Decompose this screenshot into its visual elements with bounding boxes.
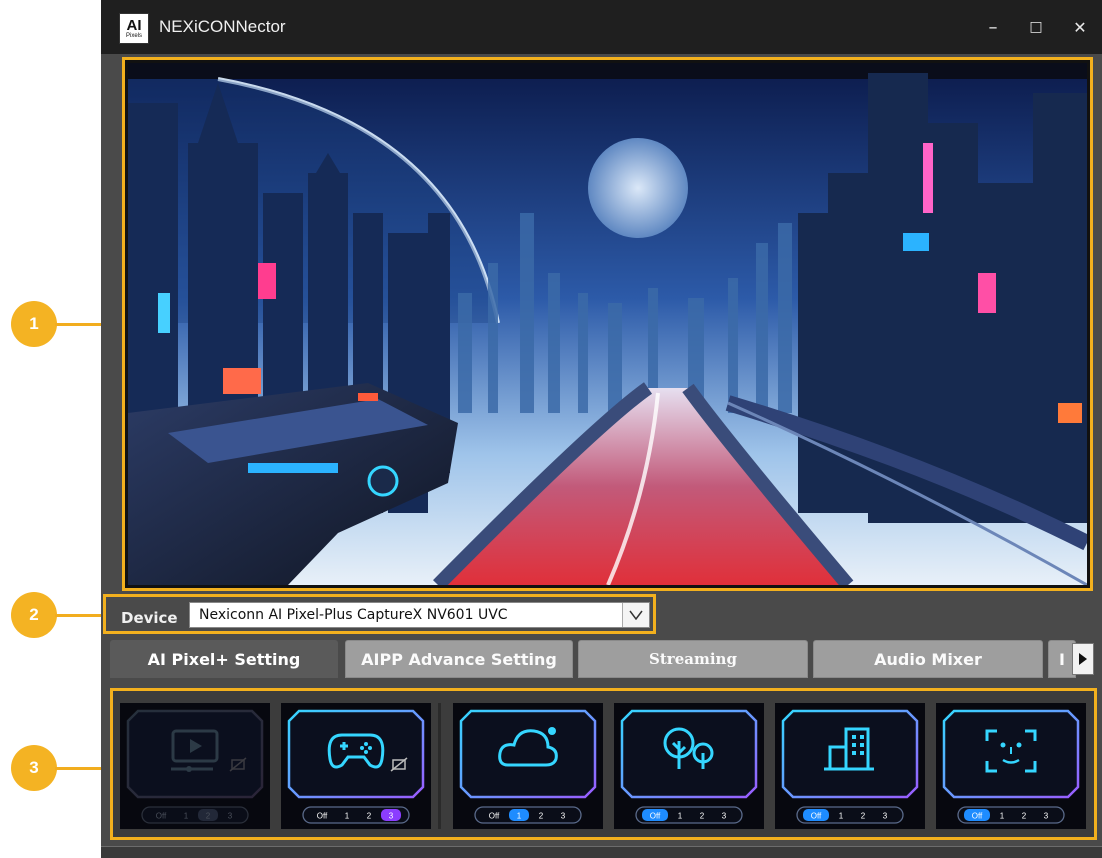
level-option-1[interactable]: 1 — [517, 812, 522, 821]
preview-highlight-frame — [122, 57, 1093, 591]
level-option-3[interactable]: 3 — [1044, 812, 1049, 821]
level-option-3[interactable]: 3 — [389, 812, 394, 821]
mode-card-gamepad[interactable]: Off 1 2 3 — [281, 703, 431, 829]
level-option-off[interactable]: Off — [489, 812, 500, 821]
level-selector[interactable]: Off 1 2 3 — [635, 806, 743, 824]
device-highlight-frame: Device Nexiconn AI Pixel-Plus CaptureX N… — [103, 594, 656, 634]
level-option-off[interactable]: Off — [650, 812, 661, 821]
callout-marker-3: 3 — [11, 745, 57, 791]
level-option-1[interactable]: 1 — [839, 812, 844, 821]
app-window: AI Pixels NEXiCONNector – □ ✕ Device Nex… — [101, 0, 1102, 858]
level-selector[interactable]: Off 1 2 3 — [957, 806, 1065, 824]
level-option-1[interactable]: 1 — [345, 812, 350, 821]
mode-card-graphic: Off 1 2 3 — [120, 703, 270, 829]
tab-aipp-advance-setting[interactable]: AIPP Advance Setting — [345, 640, 573, 678]
mode-card-graphic: Off 1 2 3 — [775, 703, 925, 829]
mode-card-video-player[interactable]: Off 1 2 3 — [120, 703, 270, 829]
device-label: Device — [121, 609, 178, 627]
callout-marker-2: 2 — [11, 592, 57, 638]
settings-tab-bar: AI Pixel+ Setting AIPP Advance Setting S… — [110, 640, 1090, 678]
mode-card-graphic: Off 1 2 3 — [281, 703, 431, 829]
tab-ai-pixel-setting[interactable]: AI Pixel+ Setting — [110, 640, 338, 678]
level-option-2[interactable]: 2 — [861, 812, 866, 821]
close-button[interactable]: ✕ — [1065, 15, 1095, 39]
mode-card-face-scan[interactable]: Off 1 2 3 — [936, 703, 1086, 829]
level-option-3[interactable]: 3 — [561, 812, 566, 821]
video-preview[interactable] — [128, 63, 1087, 585]
mode-card-graphic: Off 1 2 3 — [453, 703, 603, 829]
level-option-off[interactable]: Off — [156, 812, 167, 821]
level-selector[interactable]: Off 1 2 3 — [474, 806, 582, 824]
mode-card-building[interactable]: Off 1 2 3 — [775, 703, 925, 829]
tab-scroll-right-button[interactable] — [1072, 643, 1094, 675]
level-option-off[interactable]: Off — [317, 812, 328, 821]
maximize-button[interactable]: □ — [1021, 15, 1051, 39]
mode-card-cloud[interactable]: Off 1 2 3 — [453, 703, 603, 829]
callout-marker-1: 1 — [11, 301, 57, 347]
level-option-2[interactable]: 2 — [1022, 812, 1027, 821]
mode-card-trees[interactable]: Off 1 2 3 — [614, 703, 764, 829]
level-option-off[interactable]: Off — [811, 812, 822, 821]
level-option-3[interactable]: 3 — [228, 812, 233, 821]
level-option-1[interactable]: 1 — [678, 812, 683, 821]
level-option-2[interactable]: 2 — [367, 812, 372, 821]
window-title: NEXiCONNector — [159, 17, 286, 36]
arrow-right-icon — [1079, 653, 1087, 665]
level-option-3[interactable]: 3 — [883, 812, 888, 821]
level-option-off[interactable]: Off — [972, 812, 983, 821]
level-option-2[interactable]: 2 — [539, 812, 544, 821]
mode-card-graphic: Off 1 2 3 — [936, 703, 1086, 829]
cyberpunk-city-preview-image — [128, 63, 1087, 585]
chevron-down-icon[interactable] — [622, 603, 649, 627]
level-option-2[interactable]: 2 — [700, 812, 705, 821]
level-option-3[interactable]: 3 — [722, 812, 727, 821]
device-select[interactable]: Nexiconn AI Pixel-Plus CaptureX NV601 UV… — [189, 602, 650, 628]
level-selector[interactable]: Off 1 2 3 — [302, 806, 410, 824]
app-logo: AI Pixels — [119, 13, 149, 44]
mode-card-graphic: Off 1 2 3 — [614, 703, 764, 829]
mode-divider — [438, 703, 441, 829]
level-option-2[interactable]: 2 — [206, 812, 211, 821]
mode-selector-panel: Off 1 2 3 Off 1 2 3 Off 1 2 3 Off 1 2 3 Off 1 2 3 Off 1 2 3 — [110, 688, 1097, 840]
level-option-1[interactable]: 1 — [184, 812, 189, 821]
device-selected-value: Nexiconn AI Pixel-Plus CaptureX NV601 UV… — [199, 607, 508, 623]
display-off-icon — [390, 757, 408, 772]
tab-audio-mixer[interactable]: Audio Mixer — [813, 640, 1043, 678]
callout-leader-2 — [55, 614, 105, 617]
status-strip — [101, 846, 1102, 858]
screenshot-stage: 1 2 3 AI Pixels NEXiCONNector – □ ✕ Devi… — [0, 0, 1102, 858]
display-off-icon — [229, 757, 247, 772]
level-selector[interactable]: Off 1 2 3 — [796, 806, 904, 824]
level-option-1[interactable]: 1 — [1000, 812, 1005, 821]
level-selector[interactable]: Off 1 2 3 — [141, 806, 249, 824]
title-bar[interactable]: AI Pixels NEXiCONNector – □ ✕ — [101, 0, 1102, 54]
minimize-button[interactable]: – — [978, 15, 1008, 39]
tab-streaming[interactable]: Streaming — [578, 640, 808, 678]
